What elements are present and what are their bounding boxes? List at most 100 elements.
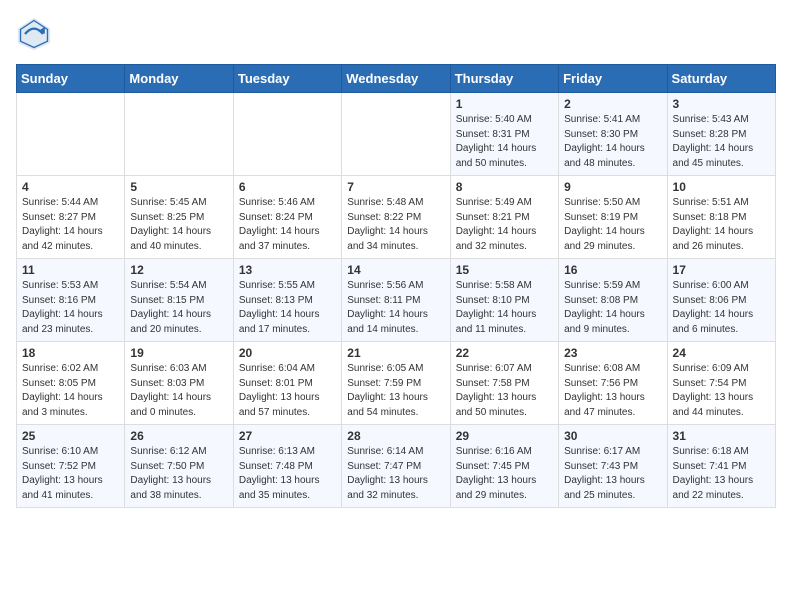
day-info: Sunrise: 5:45 AMSunset: 8:25 PMDaylight:… — [130, 196, 227, 254]
calendar-cell: 8Sunrise: 5:49 AMSunset: 8:21 PMDaylight… — [450, 176, 558, 259]
calendar-cell: 27Sunrise: 6:13 AMSunset: 7:48 PMDayligh… — [233, 425, 341, 508]
calendar-cell: 16 Sunrise: 5:59 AMSunset: 8:08 PMDayligh… — [559, 259, 667, 342]
day-info: Sunrise: 6:10 AMSunset: 7:52 PMDaylight:… — [22, 445, 119, 503]
calendar-week-3: 11Sunrise: 5:53 AMSunset: 8:16 PMDayligh… — [17, 259, 776, 342]
day-info: Sunrise: 6:02 AMSunset: 8:05 PMDaylight:… — [22, 362, 119, 420]
calendar-cell: 26 Sunrise: 6:12 AMSunset: 7:50 PMDayligh… — [125, 425, 233, 508]
calendar-cell: 20 Sunrise: 6:04 AMSunset: 8:01 PMDayligh… — [233, 342, 341, 425]
calendar-cell: 10 Sunrise: 5:51 AMSunset: 8:18 PMDayligh… — [667, 176, 775, 259]
calendar-cell: 3 Sunrise: 5:43 AMSunset: 8:28 PMDaylight… — [667, 93, 775, 176]
calendar-week-2: 4Sunrise: 5:44 AMSunset: 8:27 PMDaylight… — [17, 176, 776, 259]
day-number: 6 — [239, 180, 336, 194]
calendar-cell: 19 Sunrise: 6:03 AMSunset: 8:03 PMDayligh… — [125, 342, 233, 425]
weekday-header-saturday: Saturday — [667, 65, 775, 93]
day-info: Sunrise: 6:04 AMSunset: 8:01 PMDaylight:… — [239, 362, 336, 420]
calendar-table: SundayMondayTuesdayWednesdayThursdayFrid… — [16, 64, 776, 508]
day-info: Sunrise: 6:14 AMSunset: 7:47 PMDaylight:… — [347, 445, 444, 503]
day-info: Sunrise: 5:51 AMSunset: 8:18 PMDaylight:… — [673, 196, 770, 254]
day-number: 17 — [673, 263, 770, 277]
day-number: 20 — [239, 346, 336, 360]
weekday-header-wednesday: Wednesday — [342, 65, 450, 93]
day-info: Sunrise: 5:56 AMSunset: 8:11 PMDaylight:… — [347, 279, 444, 337]
day-info: Sunrise: 5:40 AMSunset: 8:31 PMDaylight:… — [456, 113, 553, 171]
day-number: 21 — [347, 346, 444, 360]
day-number: 16 — [564, 263, 661, 277]
calendar-cell: 22 Sunrise: 6:07 AMSunset: 7:58 PMDayligh… — [450, 342, 558, 425]
calendar-cell: 11Sunrise: 5:53 AMSunset: 8:16 PMDayligh… — [17, 259, 125, 342]
logo-icon — [16, 16, 52, 52]
day-number: 13 — [239, 263, 336, 277]
weekday-header-monday: Monday — [125, 65, 233, 93]
day-number: 18 — [22, 346, 119, 360]
weekday-header-row: SundayMondayTuesdayWednesdayThursdayFrid… — [17, 65, 776, 93]
page-header — [16, 16, 776, 52]
calendar-cell: 31Sunrise: 6:18 AMSunset: 7:41 PMDayligh… — [667, 425, 775, 508]
day-number: 14 — [347, 263, 444, 277]
calendar-cell: 23 Sunrise: 6:08 AMSunset: 7:56 PMDayligh… — [559, 342, 667, 425]
calendar-cell — [233, 93, 341, 176]
day-info: Sunrise: 6:17 AMSunset: 7:43 PMDaylight:… — [564, 445, 661, 503]
calendar-cell: 6Sunrise: 5:46 AMSunset: 8:24 PMDaylight… — [233, 176, 341, 259]
day-info: Sunrise: 6:07 AMSunset: 7:58 PMDaylight:… — [456, 362, 553, 420]
day-number: 29 — [456, 429, 553, 443]
day-number: 11 — [22, 263, 119, 277]
day-info: Sunrise: 6:08 AMSunset: 7:56 PMDaylight:… — [564, 362, 661, 420]
weekday-header-friday: Friday — [559, 65, 667, 93]
calendar-cell: 29Sunrise: 6:16 AMSunset: 7:45 PMDayligh… — [450, 425, 558, 508]
weekday-header-tuesday: Tuesday — [233, 65, 341, 93]
day-number: 24 — [673, 346, 770, 360]
day-info: Sunrise: 6:03 AMSunset: 8:03 PMDaylight:… — [130, 362, 227, 420]
day-info: Sunrise: 5:58 AMSunset: 8:10 PMDaylight:… — [456, 279, 553, 337]
day-number: 15 — [456, 263, 553, 277]
day-number: 5 — [130, 180, 227, 194]
day-info: Sunrise: 6:05 AMSunset: 7:59 PMDaylight:… — [347, 362, 444, 420]
calendar-cell: 13 Sunrise: 5:55 AMSunset: 8:13 PMDayligh… — [233, 259, 341, 342]
day-number: 27 — [239, 429, 336, 443]
day-number: 3 — [673, 97, 770, 111]
calendar-cell: 2 Sunrise: 5:41 AMSunset: 8:30 PMDaylight… — [559, 93, 667, 176]
calendar-cell: 7 Sunrise: 5:48 AMSunset: 8:22 PMDaylight… — [342, 176, 450, 259]
day-info: Sunrise: 6:12 AMSunset: 7:50 PMDaylight:… — [130, 445, 227, 503]
day-info: Sunrise: 5:48 AMSunset: 8:22 PMDaylight:… — [347, 196, 444, 254]
calendar-cell: 9Sunrise: 5:50 AMSunset: 8:19 PMDaylight… — [559, 176, 667, 259]
day-number: 1 — [456, 97, 553, 111]
day-number: 31 — [673, 429, 770, 443]
day-number: 7 — [347, 180, 444, 194]
day-info: Sunrise: 5:59 AMSunset: 8:08 PMDaylight:… — [564, 279, 661, 337]
day-number: 10 — [673, 180, 770, 194]
day-info: Sunrise: 5:49 AMSunset: 8:21 PMDaylight:… — [456, 196, 553, 254]
weekday-header-thursday: Thursday — [450, 65, 558, 93]
calendar-cell: 4Sunrise: 5:44 AMSunset: 8:27 PMDaylight… — [17, 176, 125, 259]
calendar-cell: 5 Sunrise: 5:45 AMSunset: 8:25 PMDaylight… — [125, 176, 233, 259]
day-number: 4 — [22, 180, 119, 194]
day-number: 25 — [22, 429, 119, 443]
calendar-cell: 21 Sunrise: 6:05 AMSunset: 7:59 PMDayligh… — [342, 342, 450, 425]
day-info: Sunrise: 5:55 AMSunset: 8:13 PMDaylight:… — [239, 279, 336, 337]
day-number: 12 — [130, 263, 227, 277]
calendar-cell: 14 Sunrise: 5:56 AMSunset: 8:11 PMDayligh… — [342, 259, 450, 342]
day-info: Sunrise: 5:54 AMSunset: 8:15 PMDaylight:… — [130, 279, 227, 337]
calendar-cell — [125, 93, 233, 176]
calendar-week-4: 18 Sunrise: 6:02 AMSunset: 8:05 PMDayligh… — [17, 342, 776, 425]
calendar-cell: 12 Sunrise: 5:54 AMSunset: 8:15 PMDayligh… — [125, 259, 233, 342]
calendar-cell: 1 Sunrise: 5:40 AMSunset: 8:31 PMDaylight… — [450, 93, 558, 176]
calendar-cell: 15 Sunrise: 5:58 AMSunset: 8:10 PMDayligh… — [450, 259, 558, 342]
day-info: Sunrise: 5:50 AMSunset: 8:19 PMDaylight:… — [564, 196, 661, 254]
day-number: 23 — [564, 346, 661, 360]
calendar-cell: 30Sunrise: 6:17 AMSunset: 7:43 PMDayligh… — [559, 425, 667, 508]
day-info: Sunrise: 6:00 AMSunset: 8:06 PMDaylight:… — [673, 279, 770, 337]
day-info: Sunrise: 6:09 AMSunset: 7:54 PMDaylight:… — [673, 362, 770, 420]
calendar-cell: 24 Sunrise: 6:09 AMSunset: 7:54 PMDayligh… — [667, 342, 775, 425]
day-number: 2 — [564, 97, 661, 111]
day-number: 19 — [130, 346, 227, 360]
calendar-cell: 18 Sunrise: 6:02 AMSunset: 8:05 PMDayligh… — [17, 342, 125, 425]
day-number: 28 — [347, 429, 444, 443]
calendar-cell: 25 Sunrise: 6:10 AMSunset: 7:52 PMDayligh… — [17, 425, 125, 508]
calendar-cell: 28 Sunrise: 6:14 AMSunset: 7:47 PMDayligh… — [342, 425, 450, 508]
calendar-cell: 17 Sunrise: 6:00 AMSunset: 8:06 PMDayligh… — [667, 259, 775, 342]
day-info: Sunrise: 5:43 AMSunset: 8:28 PMDaylight:… — [673, 113, 770, 171]
day-number: 22 — [456, 346, 553, 360]
logo — [16, 16, 56, 52]
day-info: Sunrise: 5:41 AMSunset: 8:30 PMDaylight:… — [564, 113, 661, 171]
day-number: 26 — [130, 429, 227, 443]
